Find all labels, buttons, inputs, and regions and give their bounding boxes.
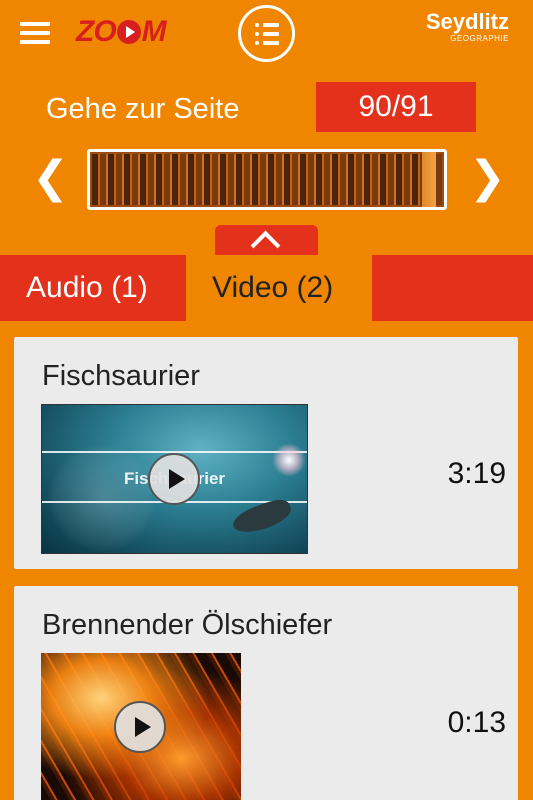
play-circle-icon — [116, 20, 141, 44]
tab-audio[interactable]: Audio (1) — [0, 255, 186, 321]
chevron-right-icon[interactable]: ❯ — [469, 156, 506, 200]
zoom-logo: ZO M — [76, 15, 167, 48]
tab-video[interactable]: Video (2) — [186, 255, 372, 321]
video-thumbnail[interactable] — [41, 653, 241, 800]
chevron-up-icon[interactable] — [215, 225, 318, 257]
top-bar: ZO M Seydlitz GEOGRAPHIE — [0, 0, 533, 68]
media-tabs: Audio (1) Video (2) — [0, 255, 533, 321]
play-icon[interactable] — [148, 453, 200, 505]
list-icon — [255, 23, 279, 27]
current-page-marker — [422, 152, 436, 207]
page-thumbnail-strip[interactable] — [87, 149, 447, 210]
video-thumbnail[interactable]: Fischsaurier — [41, 404, 308, 554]
page-number-field[interactable]: 90/91 — [316, 82, 476, 132]
video-duration: 3:19 — [447, 457, 506, 490]
video-title: Fischsaurier — [42, 360, 200, 392]
chevron-left-icon[interactable]: ❮ — [32, 156, 69, 200]
publisher-logo: Seydlitz GEOGRAPHIE — [425, 9, 509, 44]
hamburger-icon[interactable] — [20, 22, 50, 44]
video-card[interactable]: Fischsaurier Fischsaurier 3:19 — [14, 337, 518, 569]
video-duration: 0:13 — [447, 706, 506, 739]
goto-page-label: Gehe zur Seite — [46, 93, 240, 125]
table-of-contents-button[interactable] — [238, 5, 295, 62]
play-icon[interactable] — [114, 701, 166, 753]
video-card[interactable]: Brennender Ölschiefer 0:13 — [14, 586, 518, 800]
video-title: Brennender Ölschiefer — [42, 609, 333, 641]
